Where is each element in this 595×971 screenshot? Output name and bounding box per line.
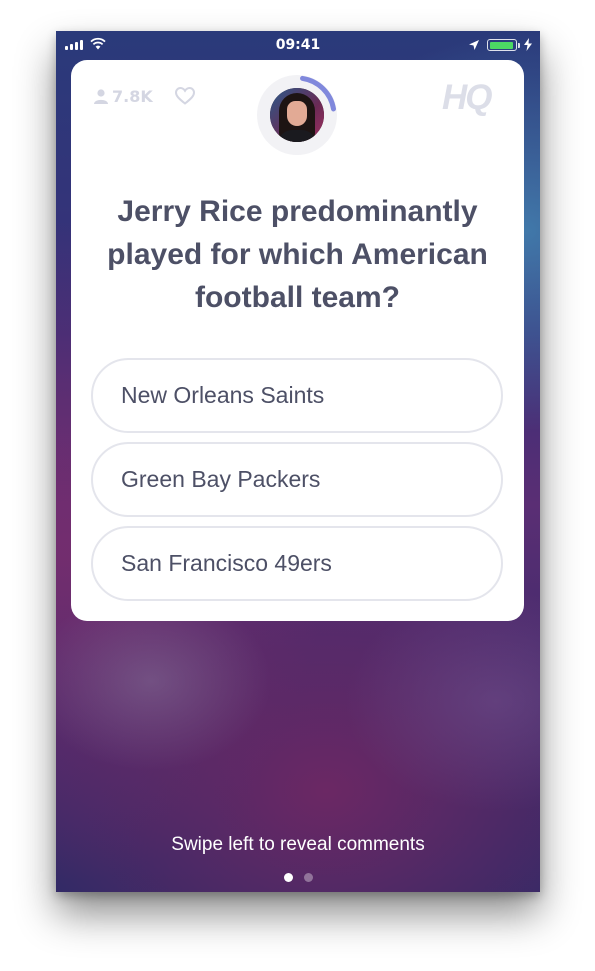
answer-label: Green Bay Packers bbox=[121, 466, 321, 492]
phone-screen: 09:41 7.8K HQ Jerry Rice predominantly p… bbox=[56, 31, 540, 892]
location-arrow-icon bbox=[469, 40, 479, 50]
charging-bolt-icon bbox=[524, 38, 532, 51]
hq-logo: HQ bbox=[442, 78, 492, 117]
status-bar: 09:41 bbox=[56, 31, 540, 59]
answer-option[interactable]: San Francisco 49ers bbox=[91, 526, 503, 601]
page-indicator bbox=[56, 873, 540, 882]
answer-option[interactable]: New Orleans Saints bbox=[91, 358, 503, 433]
answer-label: New Orleans Saints bbox=[121, 382, 325, 408]
swipe-hint: Swipe left to reveal comments bbox=[171, 834, 425, 855]
heart-icon[interactable] bbox=[175, 87, 195, 105]
host-avatar bbox=[270, 88, 324, 142]
question-text: Jerry Rice predominantly played for whic… bbox=[107, 195, 488, 314]
question-card: 7.8K HQ Jerry Rice predominantly played … bbox=[71, 60, 524, 621]
battery-icon bbox=[487, 39, 520, 51]
page-dot[interactable] bbox=[283, 873, 293, 882]
host-timer bbox=[257, 75, 337, 155]
answer-label: San Francisco 49ers bbox=[121, 550, 332, 576]
answer-option[interactable]: Green Bay Packers bbox=[91, 442, 503, 517]
viewer-count-label: 7.8K bbox=[112, 87, 153, 106]
page-dot[interactable] bbox=[303, 873, 313, 882]
viewer-count: 7.8K bbox=[94, 87, 153, 106]
person-icon bbox=[94, 89, 108, 104]
